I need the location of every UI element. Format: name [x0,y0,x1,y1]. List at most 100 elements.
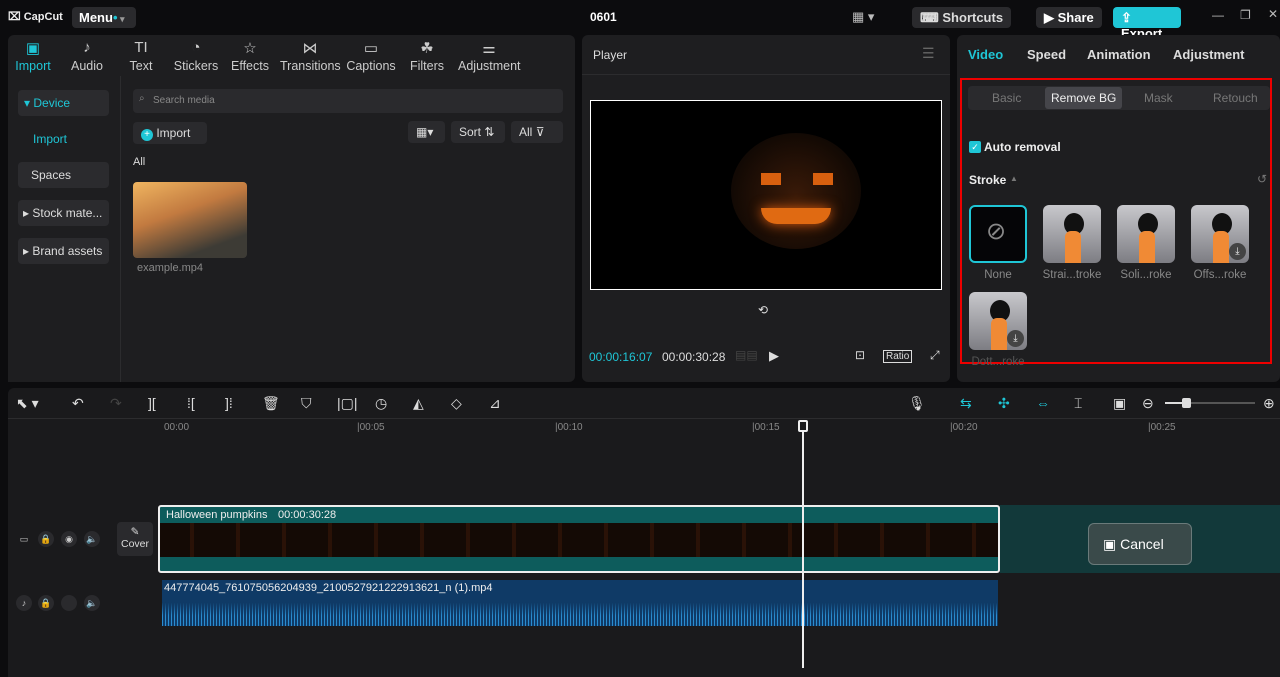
zoom-slider-handle[interactable] [1182,398,1191,408]
effects-icon: ☆ [243,40,257,57]
download-icon[interactable]: ⤓ [1007,330,1024,347]
stroke-option-offset[interactable]: ⤓ [1191,205,1249,263]
transitions-icon: ⋈ [302,40,318,57]
share-button[interactable]: ▶ Share [1036,7,1102,28]
ruler-tick: 00:00 [164,422,190,433]
minimize-icon[interactable]: — [1212,8,1224,22]
screen-icon[interactable]: ▣ [1113,395,1126,412]
cover-button[interactable]: ✎ Cover [117,522,153,556]
tab-transitions[interactable]: ⋈ Transitions [280,39,341,73]
zoom-in-icon[interactable]: ⊕ [1263,395,1275,412]
subtab-remove-bg[interactable]: Remove BG [1045,87,1123,109]
subtab-basic[interactable]: Basic [992,91,1021,105]
split-icon[interactable]: ][ [148,395,156,411]
tab-adjustment[interactable]: ⚌ Adjustment [458,39,521,73]
tab-audio[interactable]: ♪ Audio [68,39,106,73]
shortcuts-button[interactable]: ⌨ Shortcuts [912,7,1012,28]
layout-icon[interactable]: ▦ ▾ [852,9,874,25]
rotate-icon[interactable]: ⟲ [758,303,768,317]
sort-icon: ⇅ [484,125,495,139]
stroke-option-none[interactable]: ⊘ [969,205,1027,263]
tab-speed[interactable]: Speed [1027,47,1066,62]
volume-icon[interactable]: 🔈 [84,595,100,611]
microphone-icon[interactable]: 🎙 [908,395,926,412]
waveform-icon: ▤▤ [735,348,758,362]
audio-clip[interactable]: 447774045_761075056204939_21005279212229… [162,580,998,626]
snap-icon[interactable]: ✣ [998,395,1010,412]
timeline-ruler[interactable]: 00:00 |00:05 |00:10 |00:15 |00:20 |00:25 [160,420,1280,436]
video-preview[interactable] [590,100,942,290]
zoom-slider[interactable] [1165,398,1255,408]
tab-animation[interactable]: Animation [1087,47,1151,62]
speed-icon[interactable]: ◷ [375,395,387,412]
tab-captions[interactable]: ▭ Captions [346,39,396,73]
ratio-button[interactable]: Ratio [883,350,913,363]
media-sidebar: ▾ Device Import Spaces ▸ Stock mate... ▸… [8,76,121,382]
lock-icon[interactable]: 🔒 [38,531,54,547]
search-input[interactable]: ⌕ Search media [133,89,563,113]
tab-stickers[interactable]: ◔ Stickers [172,39,220,73]
lock-icon[interactable]: 🔒 [38,595,54,611]
volume-icon[interactable]: 🔈 [84,531,100,547]
media-thumbnail[interactable] [133,182,247,258]
delete-icon[interactable]: 🗑 [262,395,280,412]
download-icon[interactable]: ⤓ [1229,243,1246,260]
marker-icon[interactable]: ⛉ [301,395,312,412]
redo-icon[interactable]: ↷ [110,395,122,412]
split-screen-icon[interactable]: ⌶ [1074,395,1082,412]
playhead-handle[interactable] [798,420,808,432]
reset-icon[interactable]: ↺ [1257,172,1267,186]
subtab-retouch[interactable]: Retouch [1213,91,1258,105]
zoom-out-icon[interactable]: ⊖ [1142,395,1154,412]
undo-icon[interactable]: ↶ [72,395,84,412]
sort-button[interactable]: Sort ⇅ [451,121,505,143]
video-clip[interactable]: Halloween pumpkins 00:00:30:28 [158,505,1000,573]
mirror-icon[interactable]: ◭ [413,395,424,412]
tab-video[interactable]: Video [968,47,1003,62]
import-button[interactable]: + Import [133,122,207,144]
split-left-icon[interactable]: ⁞[ [187,395,195,411]
auto-removal-checkbox[interactable]: ✓ [969,141,981,153]
person-image [988,300,1010,350]
filter-button[interactable]: All ⊽ [511,121,563,143]
tab-label: Stickers [173,59,219,73]
tab-adjustment-video[interactable]: Adjustment [1173,47,1245,62]
collapse-icon[interactable]: ▲ [1010,174,1018,183]
stroke-option-straight[interactable] [1043,205,1101,263]
stickers-icon: ◔ [191,39,201,56]
hamburger-menu-icon[interactable]: ☰ [922,45,935,62]
menu-button[interactable]: Menu• ▾ [72,7,136,28]
zoom-fit-icon[interactable]: ⊡ [855,348,865,362]
ruler-tick: |00:25 [1148,422,1176,433]
tab-import[interactable]: ▣ Import [14,39,52,73]
crop-icon[interactable]: ⊿ [489,395,501,412]
stroke-option-dotted[interactable]: ⤓ [969,292,1027,350]
sidebar-item-import[interactable]: Import [18,126,109,152]
tab-filters[interactable]: ☘ Filters [408,39,446,73]
eye-icon[interactable]: ◉ [61,531,77,547]
cancel-button[interactable]: ▣ Cancel [1088,523,1192,565]
stroke-option-solid[interactable] [1117,205,1175,263]
split-right-icon[interactable]: ]⁞ [225,395,233,411]
playhead[interactable] [798,420,808,668]
restore-icon[interactable]: ❐ [1240,8,1251,22]
close-icon[interactable]: ✕ [1268,7,1278,21]
link-icon[interactable]: ⇆ [960,395,972,412]
tab-text[interactable]: TI Text [124,39,158,73]
play-icon[interactable]: ▶ [769,348,779,364]
export-button[interactable]: ⇪ Export [1113,7,1181,41]
rotate-icon[interactable]: ◇ [451,395,462,412]
sidebar-item-spaces[interactable]: Spaces [18,162,109,188]
freeze-icon[interactable]: |▢| [337,395,358,412]
text-icon: TI [134,39,148,56]
sidebar-item-device[interactable]: ▾ Device [18,90,109,116]
preview-axis-icon[interactable]: ⇔ [1036,395,1050,411]
select-tool-icon[interactable]: ⬉ ▾ [16,395,39,412]
sidebar-item-brand-assets[interactable]: ▸ Brand assets [18,238,109,264]
tab-effects[interactable]: ☆ Effects [230,39,270,73]
divider [8,418,1280,419]
fullscreen-icon[interactable]: ⤢ [930,348,940,363]
sidebar-item-stock[interactable]: ▸ Stock mate... [18,200,109,226]
subtab-mask[interactable]: Mask [1144,91,1173,105]
view-toggle[interactable]: ▦▾ [408,121,445,143]
